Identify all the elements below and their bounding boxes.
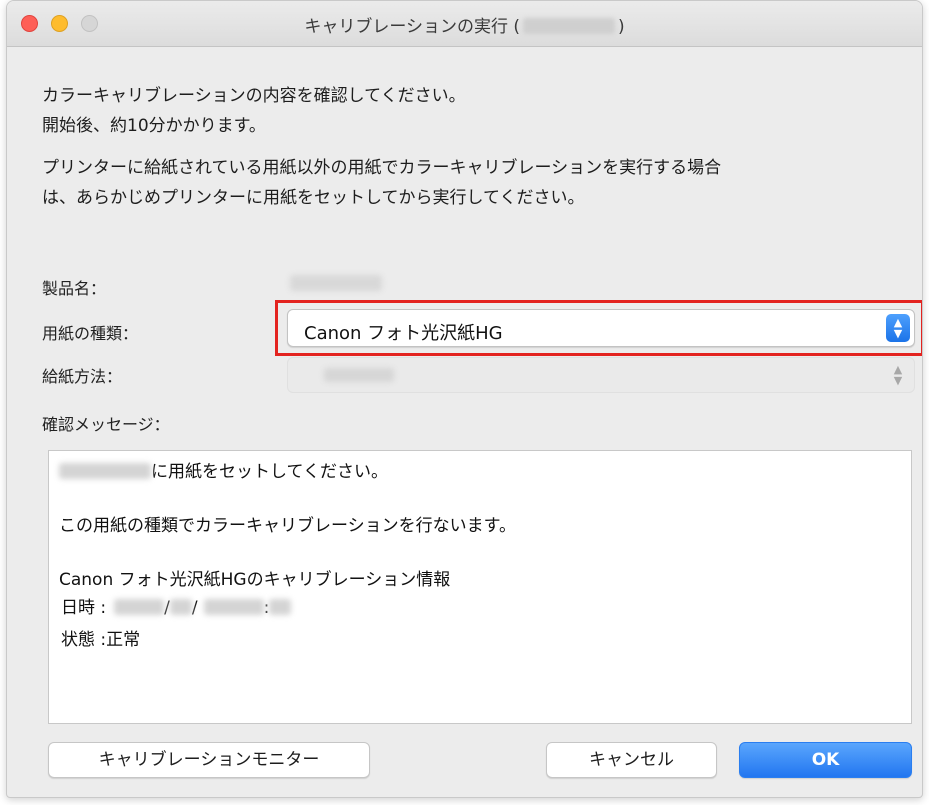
confirm-line-3: Canon フォト光沢紙HGのキャリブレーション情報 (59, 570, 451, 590)
window-title-close-paren: ) (618, 17, 625, 37)
paper-note-message: プリンターに給紙されている用紙以外の用紙でカラーキャリブレーションを実行する場合… (42, 153, 721, 213)
confirm-line-2: この用紙の種類でカラーキャリブレーションを行ないます。 (59, 516, 516, 536)
confirm-message-label: 確認メッセージ： (42, 415, 170, 434)
status-label: 状態 : (61, 630, 107, 650)
title-bar: キャリブレーションの実行 () (7, 1, 922, 47)
stepper-icon[interactable]: ▲ ▼ (886, 314, 910, 342)
paper-type-label: 用紙の種類： (42, 324, 139, 343)
confirm-message-box[interactable]: に用紙をセットしてください。 この用紙の種類でカラーキャリブレーションを行ないま… (48, 450, 912, 724)
feed-method-label: 給紙方法： (42, 367, 123, 386)
note-line-1: プリンターに給紙されている用紙以外の用紙でカラーキャリブレーションを実行する場合 (42, 158, 722, 178)
status-value: 正常 (106, 630, 141, 650)
stepper-disabled-icon: ▲ ▼ (893, 363, 903, 387)
calibration-monitor-button[interactable]: キャリブレーションモニター (48, 742, 370, 778)
paper-type-select[interactable]: Canon フォト光沢紙HG ▲ ▼ (287, 309, 915, 347)
calibration-date: 日時 : / /: (61, 593, 292, 618)
intro-line-2: 開始後、約10分かかります。 (42, 116, 266, 136)
date-sep-2: / (191, 598, 198, 618)
redacted-printer-name (523, 18, 616, 34)
ok-button[interactable]: OK (739, 742, 912, 778)
redacted-feed-source (59, 463, 151, 479)
calibration-status: 状態 :正常 (61, 625, 140, 650)
product-name-label: 製品名： (42, 279, 107, 298)
redacted-year (114, 599, 165, 615)
confirm-line-1-text: に用紙をセットしてください。 (151, 462, 388, 482)
note-line-2: は、あらかじめプリンターに用紙をセットしてから実行してください。 (42, 188, 585, 208)
redacted-day-hour (203, 599, 264, 615)
redacted-month (169, 599, 192, 615)
cancel-button[interactable]: キャンセル (546, 742, 717, 778)
date-label: 日時 : (61, 598, 107, 618)
intro-message: カラーキャリブレーションの内容を確認してください。 開始後、約10分かかります。 (42, 81, 466, 141)
product-name-value-redacted (290, 275, 382, 291)
window-title-text: キャリブレーションの実行 ( (304, 17, 521, 37)
intro-line-1: カラーキャリブレーションの内容を確認してください。 (42, 86, 466, 106)
window-title: キャリブレーションの実行 () (7, 12, 922, 37)
confirm-line-1: に用紙をセットしてください。 (59, 457, 388, 482)
feed-method-value-redacted (324, 368, 394, 382)
calibration-dialog: キャリブレーションの実行 () カラーキャリブレーションの内容を確認してください… (6, 0, 923, 798)
feed-method-select: ▲ ▼ (287, 357, 915, 393)
redacted-minute (269, 599, 292, 615)
paper-type-value: Canon フォト光沢紙HG (304, 323, 503, 344)
